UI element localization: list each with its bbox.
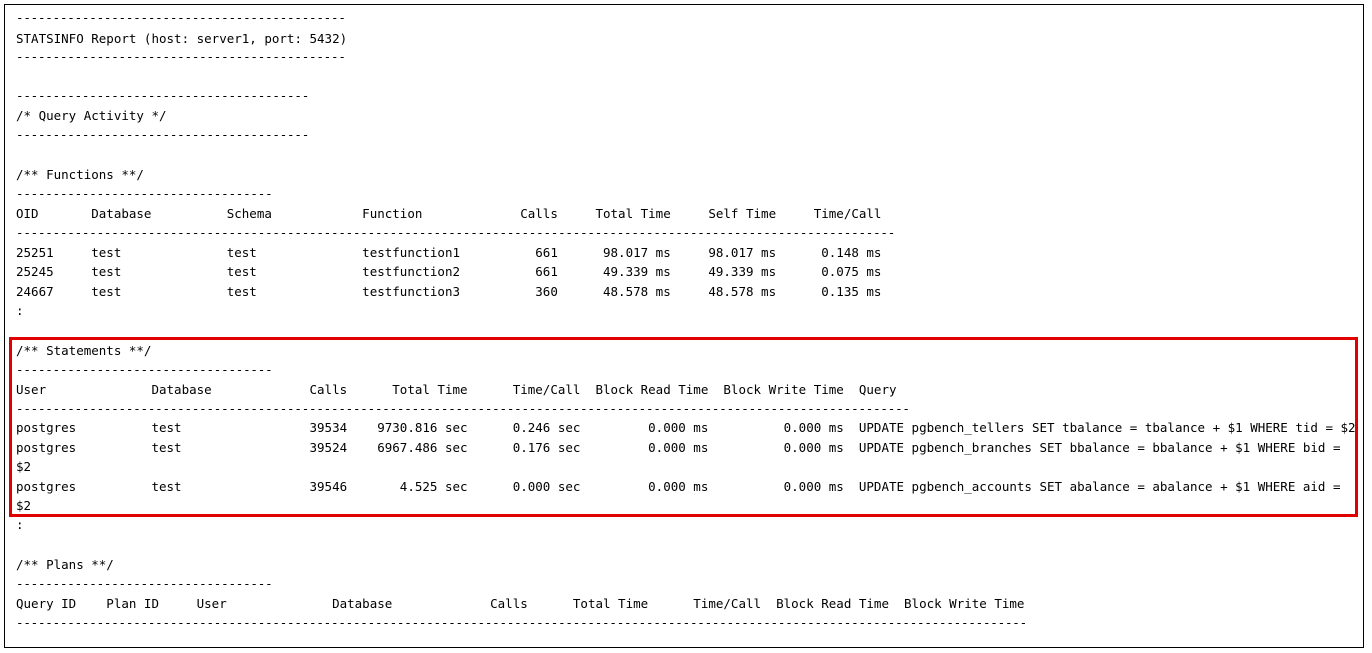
statements-table-header: User Database Calls Total Time Time/Call… [16,382,897,397]
separator-line: ----------------------------------------… [16,615,1027,630]
separator-line: ----------------------------------- [16,576,273,591]
continuation-marker: : [16,517,24,532]
separator-line: ----------------------------------------… [16,401,910,416]
functions-table-header: OID Database Schema Function Calls Total… [16,206,882,221]
statements-row-continuation: $2 [16,498,32,513]
section-title-query-activity: /* Query Activity */ [16,108,167,123]
separator-line: ---------------------------------------- [16,127,310,142]
functions-table-row: 25251 test test testfunction1 661 98.017… [16,245,882,260]
section-title-plans: /** Plans **/ [16,557,114,572]
separator-line: ----------------------------------------… [16,10,346,25]
separator-line: ----------------------------------------… [16,225,896,240]
separator-line: ---------------------------------------- [16,88,310,103]
section-title-functions: /** Functions **/ [16,167,144,182]
statements-row-continuation: $2 [16,459,32,474]
statements-table-row: postgres test 39534 9730.816 sec 0.246 s… [16,420,1356,435]
plans-table-header: Query ID Plan ID User Database Calls Tot… [16,596,1025,611]
functions-table-row: 25245 test test testfunction2 661 49.339… [16,264,882,279]
report-title: STATSINFO Report (host: server1, port: 5… [16,31,348,46]
separator-line: ----------------------------------- [16,186,273,201]
statements-table-row: postgres test 39546 4.525 sec 0.000 sec … [16,479,1341,494]
statements-table-row: postgres test 39524 6967.486 sec 0.176 s… [16,440,1341,455]
separator-line: ----------------------------------- [16,362,273,377]
section-title-statements: /** Statements **/ [16,343,152,358]
separator-line: ----------------------------------------… [16,49,346,64]
continuation-marker: : [16,303,24,318]
functions-table-row: 24667 test test testfunction3 360 48.578… [16,284,882,299]
